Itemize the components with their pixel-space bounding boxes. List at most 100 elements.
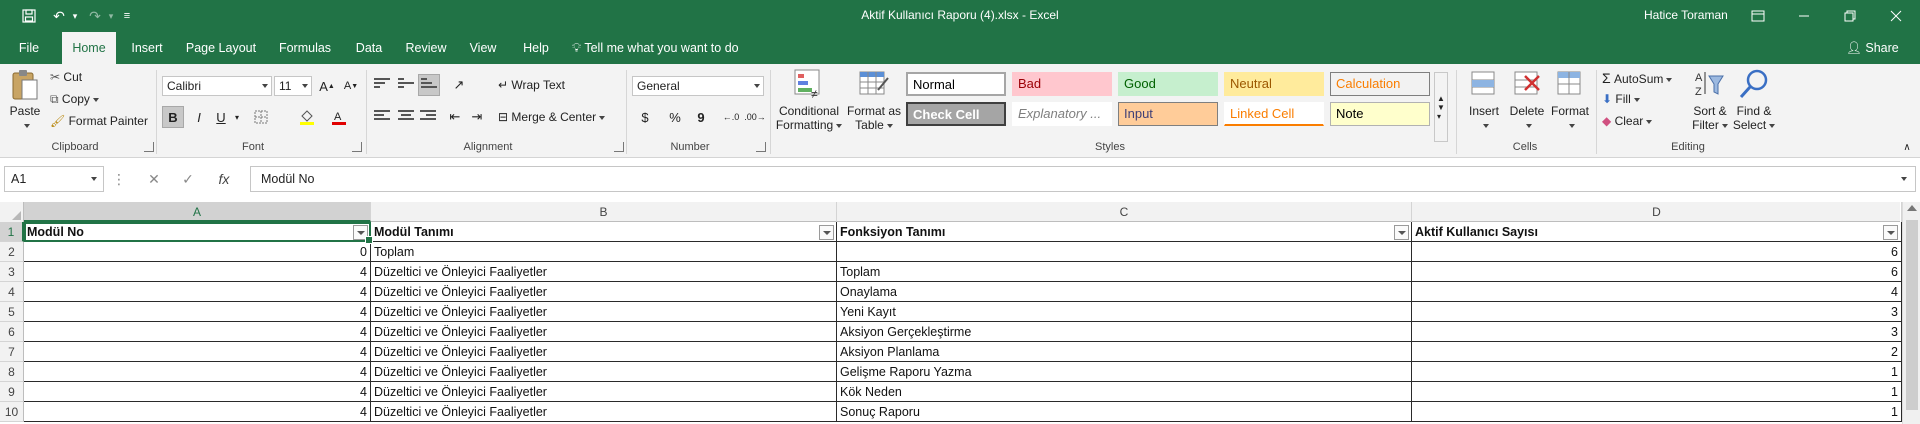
cell-fonksiyon-tanimi[interactable]: Aksiyon Gerçekleştirme: [837, 322, 1412, 342]
tab-help[interactable]: Help: [514, 32, 558, 64]
name-box[interactable]: A1: [4, 166, 104, 192]
cell-modul-tanimi[interactable]: Düzeltici ve Önleyici Faaliyetler: [371, 382, 837, 402]
decrease-decimal-icon[interactable]: .00→: [744, 106, 766, 128]
minimize-icon[interactable]: [1784, 4, 1824, 28]
cell-fonksiyon-tanimi[interactable]: Toplam: [837, 262, 1412, 282]
underline-button[interactable]: U: [210, 106, 232, 128]
tab-insert[interactable]: Insert: [124, 32, 170, 64]
cell-aktif-kullanici-sayisi[interactable]: 6: [1412, 242, 1902, 262]
cell-style-bad[interactable]: Bad: [1012, 72, 1112, 96]
cell-style-good[interactable]: Good: [1118, 72, 1218, 96]
row-header[interactable]: 4: [0, 282, 24, 302]
cell-style-linked-cell[interactable]: Linked Cell: [1224, 102, 1324, 126]
cell-style-note[interactable]: Note: [1330, 102, 1430, 126]
header-cell-modul-tanimi[interactable]: Modül Tanımı: [371, 222, 837, 242]
clipboard-launcher-icon[interactable]: [144, 142, 154, 152]
cell-modul-tanimi[interactable]: Düzeltici ve Önleyici Faaliyetler: [371, 262, 837, 282]
increase-decimal-icon[interactable]: ←.0: [720, 106, 742, 128]
delete-cells-button[interactable]: Delete: [1506, 68, 1548, 132]
cell-aktif-kullanici-sayisi[interactable]: 6: [1412, 262, 1902, 282]
ribbon-display-options-icon[interactable]: [1738, 4, 1778, 28]
cell-modul-tanimi[interactable]: Düzeltici ve Önleyici Faaliyetler: [371, 342, 837, 362]
cell-modul-tanimi[interactable]: Toplam: [371, 242, 837, 262]
tab-formulas[interactable]: Formulas: [272, 32, 338, 64]
tab-file[interactable]: File: [10, 32, 48, 64]
autosum-button[interactable]: Σ AutoSum: [1602, 70, 1673, 86]
accounting-format-button[interactable]: $: [634, 106, 656, 128]
user-name[interactable]: Hatice Toraman: [1644, 8, 1728, 22]
row-header[interactable]: 5: [0, 302, 24, 322]
align-right-icon[interactable]: [420, 110, 436, 124]
cell-aktif-kullanici-sayisi[interactable]: 3: [1412, 302, 1902, 322]
cell-modul-tanimi[interactable]: Düzeltici ve Önleyici Faaliyetler: [371, 362, 837, 382]
cell-style-neutral[interactable]: Neutral: [1224, 72, 1324, 96]
decrease-font-size-icon[interactable]: A ▼: [340, 75, 362, 97]
cell-modul-tanimi[interactable]: Düzeltici ve Önleyici Faaliyetler: [371, 402, 837, 422]
tab-review[interactable]: Review: [400, 32, 452, 64]
row-header[interactable]: 9: [0, 382, 24, 402]
fill-color-icon[interactable]: [296, 106, 318, 128]
vertical-scrollbar[interactable]: [1902, 202, 1920, 424]
format-cells-button[interactable]: Format: [1548, 68, 1592, 132]
scrollbar-thumb[interactable]: [1906, 220, 1918, 410]
row-header[interactable]: 1: [0, 222, 24, 242]
top-align-icon[interactable]: [374, 78, 390, 92]
underline-dropdown-icon[interactable]: ▾: [232, 106, 242, 128]
format-as-table-button[interactable]: Format as Table: [846, 68, 902, 132]
increase-indent-icon[interactable]: ⇥: [466, 106, 488, 128]
cell-fonksiyon-tanimi[interactable]: Aksiyon Planlama: [837, 342, 1412, 362]
cell-aktif-kullanici-sayisi[interactable]: 3: [1412, 322, 1902, 342]
comma-style-button[interactable]: 9: [690, 106, 712, 128]
paste-button[interactable]: Paste: [6, 68, 44, 132]
cell-style-input[interactable]: Input: [1118, 102, 1218, 126]
cancel-entry-icon[interactable]: ✕: [142, 169, 166, 189]
collapse-ribbon-icon[interactable]: ∧: [1896, 136, 1918, 158]
format-painter-button[interactable]: 🖌︎ Format Painter: [50, 114, 148, 128]
fill-button[interactable]: ⬇︎ Fill: [1602, 92, 1640, 106]
more-options-icon[interactable]: ⋮: [112, 169, 126, 189]
clear-button[interactable]: ◆ Clear: [1602, 114, 1653, 128]
cell-style-calculation[interactable]: Calculation: [1330, 72, 1430, 96]
insert-cells-button[interactable]: Insert: [1462, 68, 1506, 132]
select-all-corner[interactable]: [0, 202, 24, 222]
font-launcher-icon[interactable]: [352, 142, 362, 152]
filter-dropdown-icon[interactable]: [819, 225, 834, 240]
row-header[interactable]: 7: [0, 342, 24, 362]
bold-button[interactable]: B: [162, 106, 184, 128]
tell-me-search[interactable]: 💡︎ Tell me what you want to do: [572, 32, 739, 64]
row-header[interactable]: 3: [0, 262, 24, 282]
align-center-icon[interactable]: [398, 110, 414, 124]
cell-fonksiyon-tanimi[interactable]: Onaylama: [837, 282, 1412, 302]
scroll-up-icon[interactable]: [1907, 205, 1917, 211]
find-select-button[interactable]: Find & Select: [1732, 68, 1776, 132]
align-left-icon[interactable]: [374, 110, 390, 124]
orientation-icon[interactable]: ↗︎: [448, 74, 470, 96]
cell-aktif-kullanici-sayisi[interactable]: 1: [1412, 402, 1902, 422]
column-header-d[interactable]: D: [1412, 202, 1902, 222]
header-cell-aktif-kullanici-sayisi[interactable]: Aktif Kullanıcı Sayısı: [1412, 222, 1902, 242]
sort-filter-button[interactable]: AZ Sort & Filter: [1690, 68, 1730, 132]
cell-modul-no[interactable]: 4: [24, 302, 371, 322]
styles-scroll-icon[interactable]: ▲ ▼ ▾: [1434, 72, 1448, 142]
header-cell-modul-no[interactable]: Modül No: [24, 222, 371, 242]
tab-page-layout[interactable]: Page Layout: [180, 32, 262, 64]
conditional-formatting-button[interactable]: ≠ Conditional Formatting: [774, 68, 844, 132]
cell-modul-no[interactable]: 4: [24, 382, 371, 402]
cell-modul-no[interactable]: 4: [24, 262, 371, 282]
filter-dropdown-icon[interactable]: [353, 225, 368, 240]
alignment-launcher-icon[interactable]: [614, 142, 624, 152]
tab-data[interactable]: Data: [348, 32, 390, 64]
restore-icon[interactable]: [1830, 4, 1870, 28]
row-header[interactable]: 10: [0, 402, 24, 422]
tab-view[interactable]: View: [462, 32, 504, 64]
cell-aktif-kullanici-sayisi[interactable]: 2: [1412, 342, 1902, 362]
insert-function-button[interactable]: fx: [212, 169, 236, 189]
increase-font-size-icon[interactable]: A ▲: [316, 75, 338, 97]
cell-fonksiyon-tanimi[interactable]: Sonuç Raporu: [837, 402, 1412, 422]
cell-aktif-kullanici-sayisi[interactable]: 1: [1412, 362, 1902, 382]
column-header-c[interactable]: C: [837, 202, 1412, 222]
cut-button[interactable]: ✂ Cut: [50, 70, 82, 84]
cell-style-normal[interactable]: Normal: [906, 72, 1006, 96]
cell-fonksiyon-tanimi[interactable]: Gelişme Raporu Yazma: [837, 362, 1412, 382]
cell-fonksiyon-tanimi[interactable]: [837, 242, 1412, 262]
